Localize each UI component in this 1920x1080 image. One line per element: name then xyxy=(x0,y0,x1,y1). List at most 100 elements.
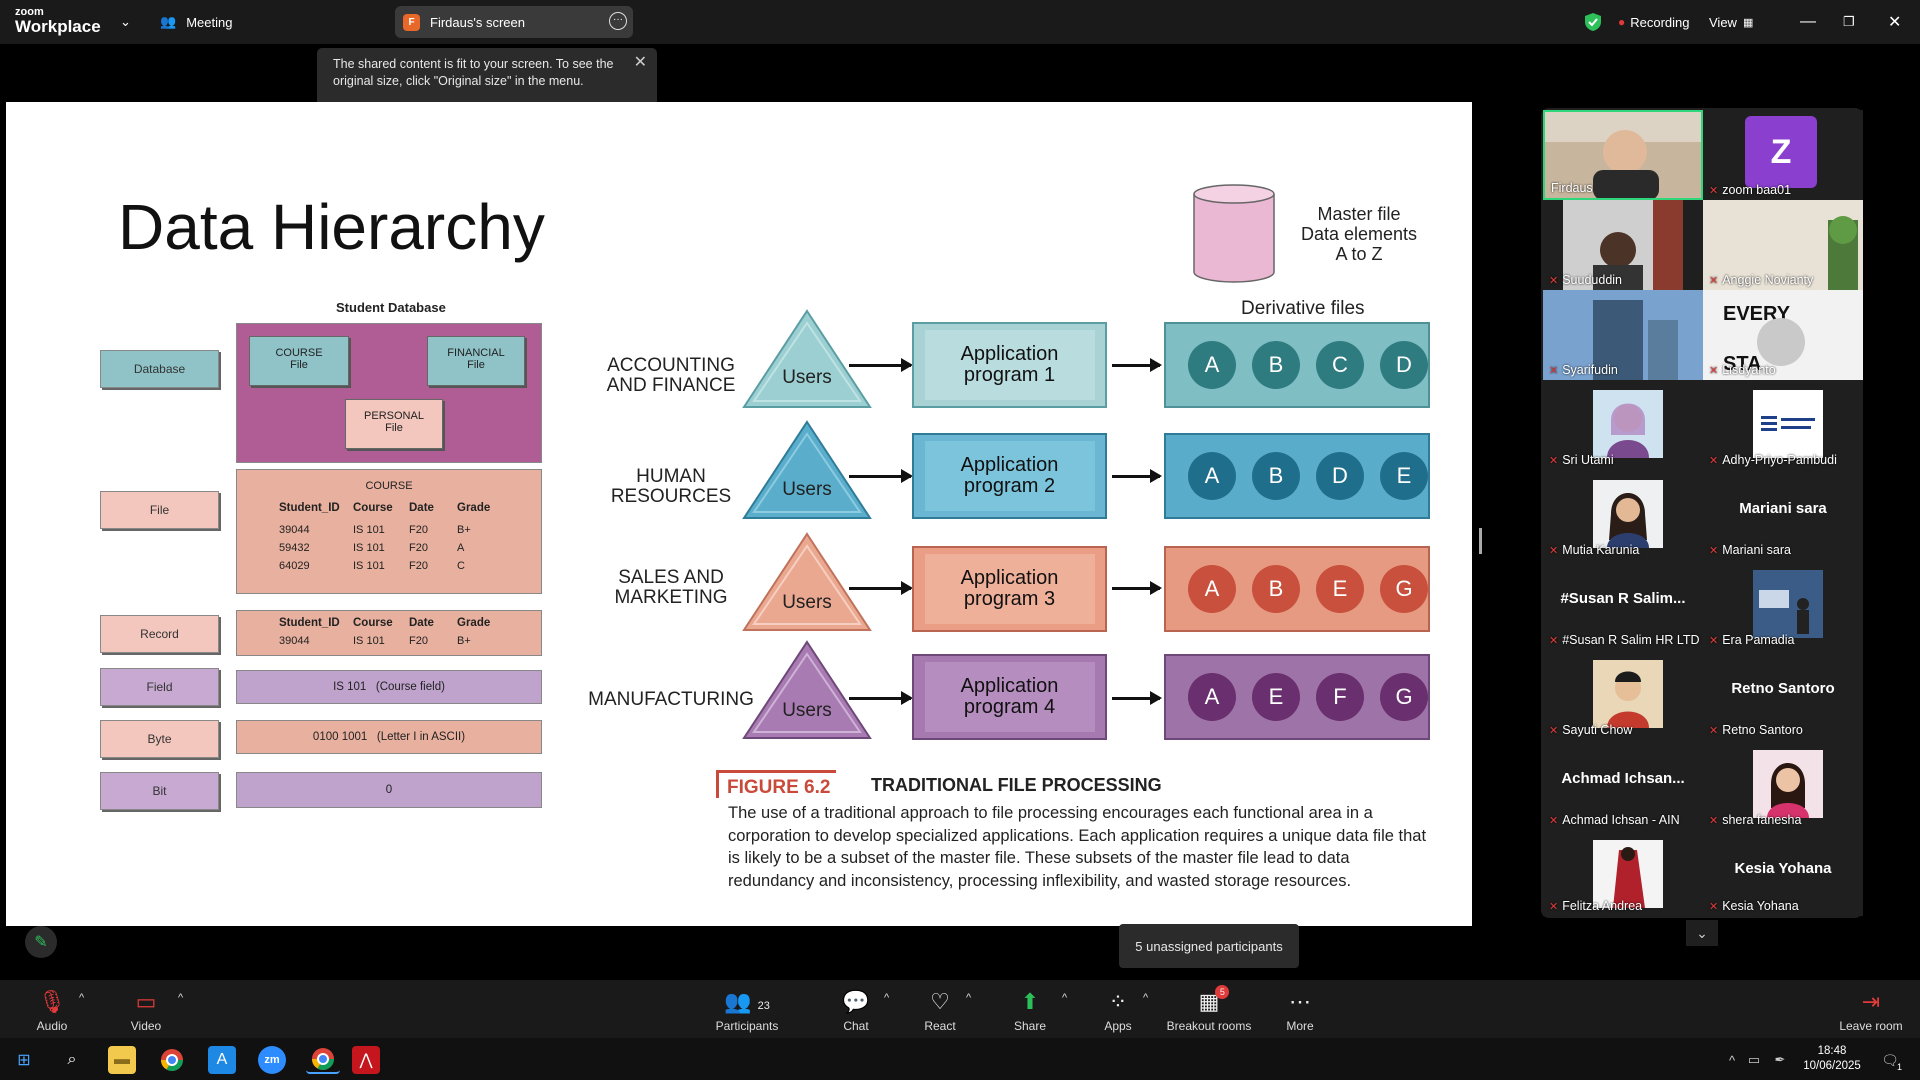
file-element: B xyxy=(1252,452,1300,500)
participant-tile[interactable]: ✕ Mutia Karunia xyxy=(1543,470,1703,560)
chat-options-caret-icon[interactable]: ^ xyxy=(884,992,889,1004)
participant-name-label: Adhy-Priyo-Pambudi xyxy=(1722,453,1837,467)
participant-tile[interactable]: Firdaus xyxy=(1543,110,1703,200)
restore-icon[interactable]: ❐ xyxy=(1843,0,1855,44)
figure-title: TRADITIONAL FILE PROCESSING xyxy=(871,775,1162,795)
participant-tile[interactable]: ✕ Suududdin xyxy=(1543,200,1703,290)
participant-tile[interactable]: #Susan R Salim... ✕ #Susan R Salim HR LTD xyxy=(1543,560,1703,650)
chevron-down-icon[interactable]: ⌄ xyxy=(120,0,131,44)
video-button[interactable]: ▭ Video xyxy=(124,980,168,1038)
participant-tile[interactable]: ✕ Sri Utami xyxy=(1543,380,1703,470)
participant-tile[interactable]: ✕ shera fanesha xyxy=(1703,740,1863,830)
app-store-icon[interactable]: A xyxy=(208,1046,236,1074)
muted-mic-icon: ✕ xyxy=(1709,725,1719,737)
audio-options-caret-icon[interactable]: ^ xyxy=(79,992,84,1004)
annotate-pen-icon[interactable]: ✎ xyxy=(25,926,57,958)
participant-name: ✕ Era Pamadia xyxy=(1709,633,1794,647)
participant-tile[interactable]: ✕ Felitza Andrea xyxy=(1543,830,1703,916)
participant-name-label: shera fanesha xyxy=(1722,813,1802,827)
system-clock[interactable]: 18:48 10/06/2025 xyxy=(1802,1044,1862,1074)
recording-label: Recording xyxy=(1630,14,1690,30)
meeting-menu[interactable]: 👥 Meeting xyxy=(160,0,232,44)
participant-tile[interactable]: ✕ Adhy-Priyo-Pambudi xyxy=(1703,380,1863,470)
view-menu[interactable]: View ▦ xyxy=(1709,0,1753,44)
panel-resize-handle[interactable] xyxy=(1479,528,1482,554)
search-icon[interactable]: ⌕ xyxy=(58,1046,86,1074)
muted-mic-icon: ✕ xyxy=(1709,815,1719,827)
zoom-app-icon[interactable]: zm xyxy=(258,1046,286,1074)
participant-name-label: Achmad Ichsan - AIN xyxy=(1562,813,1680,827)
more-options-icon[interactable]: ··· xyxy=(609,12,627,30)
participants-label: Participants xyxy=(715,1019,779,1033)
more-button[interactable]: ⋯ More xyxy=(1280,980,1320,1038)
users-triangle xyxy=(742,309,872,408)
participant-tile[interactable]: Z ✕ zoom baa01 xyxy=(1703,110,1863,200)
file-element: A xyxy=(1188,341,1236,389)
react-options-caret-icon[interactable]: ^ xyxy=(966,992,971,1004)
muted-mic-icon: ✕ xyxy=(1709,901,1719,913)
pen-input-icon[interactable]: ✒ xyxy=(1766,1046,1794,1074)
leave-room-icon: ⇥ xyxy=(1861,989,1881,1014)
level-byte: Byte xyxy=(100,720,219,758)
cell: IS 101 xyxy=(353,542,385,554)
file-element: E xyxy=(1252,673,1300,721)
participant-tile[interactable]: ✕ Era Pamadia xyxy=(1703,560,1863,650)
scroll-down-chevron-icon[interactable]: ⌄ xyxy=(1686,920,1718,946)
table-row: 59432 IS 101 F20 A xyxy=(279,542,541,554)
network-icon[interactable]: ▭ xyxy=(1740,1046,1768,1074)
dept-label-sales: SALES AND MARKETING xyxy=(614,567,728,608)
security-shield-icon[interactable] xyxy=(1584,0,1602,44)
share-options-caret-icon[interactable]: ^ xyxy=(1062,992,1067,1004)
file-element: E xyxy=(1316,565,1364,613)
figure-caption: The use of a traditional approach to fil… xyxy=(728,804,1427,890)
participant-name: ✕ Mariani sara xyxy=(1709,543,1791,557)
col-course: Course xyxy=(353,617,393,629)
participants-button[interactable]: 👥 23 Participants xyxy=(712,980,782,1038)
video-label: Video xyxy=(130,1019,162,1033)
close-icon[interactable]: ✕ xyxy=(1888,0,1901,44)
share-button[interactable]: ⬆ Share xyxy=(1010,980,1050,1038)
level-bit: Bit xyxy=(100,772,219,810)
arrow xyxy=(849,469,913,483)
muted-mic-icon: 🎙 xyxy=(38,989,66,1014)
video-options-caret-icon[interactable]: ^ xyxy=(178,992,183,1004)
cell: B+ xyxy=(457,524,471,536)
participant-tile[interactable]: ✕ Anggie Novianty xyxy=(1703,200,1863,290)
windows-start-icon[interactable]: ⊞ xyxy=(10,1046,38,1074)
more-label: More xyxy=(1286,1019,1314,1033)
apps-button[interactable]: ⁘ Apps xyxy=(1098,980,1138,1038)
participant-tile[interactable]: Achmad Ichsan... ✕ Achmad Ichsan - AIN xyxy=(1543,740,1703,830)
arrow xyxy=(849,581,913,595)
participant-display-name: Retno Santoro xyxy=(1731,680,1835,697)
participant-tile[interactable]: EVERY STA ✕ Lisdyanto xyxy=(1703,290,1863,380)
participant-tile[interactable]: ✕ Syarifudin xyxy=(1543,290,1703,380)
apps-options-caret-icon[interactable]: ^ xyxy=(1143,992,1148,1004)
clock-time: 18:48 xyxy=(1817,1045,1847,1057)
col-course: Course xyxy=(353,502,393,514)
chrome-active-icon[interactable] xyxy=(306,1046,340,1074)
minimize-icon[interactable]: — xyxy=(1800,0,1816,44)
breakout-rooms-button[interactable]: ▦ 5 Breakout rooms xyxy=(1164,980,1254,1038)
tooltip-close-icon[interactable]: ✕ xyxy=(634,54,647,71)
react-button[interactable]: ♡ React xyxy=(920,980,960,1038)
chrome-icon[interactable] xyxy=(158,1046,186,1074)
shared-screen-tab[interactable]: F Firdaus's screen ··· xyxy=(395,6,633,38)
participant-tile[interactable]: Mariani sara ✕ Mariani sara xyxy=(1703,470,1863,560)
cell: IS 101 xyxy=(353,560,385,572)
notification-icon[interactable]: 🗨 1 xyxy=(1876,1046,1904,1074)
cell: F20 xyxy=(409,524,428,536)
muted-mic-icon: ✕ xyxy=(1709,185,1719,197)
leave-room-button[interactable]: ⇥ Leave room xyxy=(1838,980,1904,1038)
figure-label: FIGURE 6.2 xyxy=(727,777,831,798)
col-student-id: Student_ID xyxy=(279,617,340,629)
recording-indicator[interactable]: ● Recording xyxy=(1618,0,1690,44)
file-explorer-icon[interactable]: ▬ xyxy=(108,1046,136,1074)
chat-button[interactable]: 💬 Chat xyxy=(836,980,876,1038)
participant-tile[interactable]: Retno Santoro ✕ Retno Santoro xyxy=(1703,650,1863,740)
participant-tile[interactable]: ✕ Sayuti Chow xyxy=(1543,650,1703,740)
acrobat-icon[interactable]: ⋀ xyxy=(352,1046,380,1074)
col-date: Date xyxy=(409,502,434,514)
muted-mic-icon: ✕ xyxy=(1709,275,1719,287)
participant-tile[interactable]: Kesia Yohana ✕ Kesia Yohana xyxy=(1703,830,1863,916)
audio-button[interactable]: 🎙 Audio xyxy=(30,980,74,1038)
